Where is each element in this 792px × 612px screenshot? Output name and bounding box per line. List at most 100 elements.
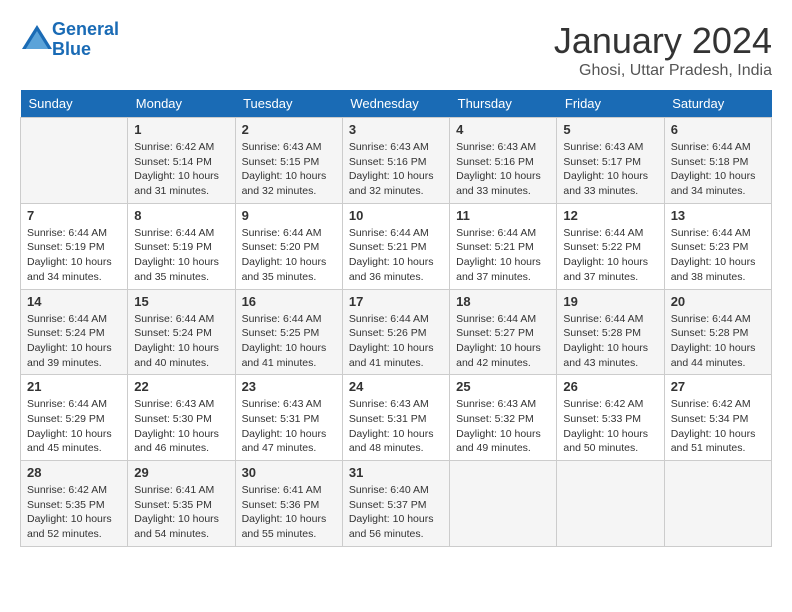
- day-number: 13: [671, 208, 765, 223]
- calendar-cell: 20Sunrise: 6:44 AM Sunset: 5:28 PM Dayli…: [664, 289, 771, 375]
- day-info: Sunrise: 6:43 AM Sunset: 5:16 PM Dayligh…: [349, 140, 443, 199]
- day-number: 16: [242, 294, 336, 309]
- weekday-header-tuesday: Tuesday: [235, 90, 342, 118]
- day-info: Sunrise: 6:44 AM Sunset: 5:18 PM Dayligh…: [671, 140, 765, 199]
- week-row-1: 1 Sunrise: 6:42 AM Sunset: 5:14 PM Daylig…: [21, 118, 772, 204]
- calendar-cell: [450, 461, 557, 547]
- day-number: 19: [563, 294, 657, 309]
- day-info: Sunrise: 6:44 AM Sunset: 5:22 PM Dayligh…: [563, 226, 657, 285]
- day-number: 3: [349, 122, 443, 137]
- day-number: 9: [242, 208, 336, 223]
- day-info: Sunrise: 6:41 AM Sunset: 5:35 PM Dayligh…: [134, 483, 228, 542]
- day-number: 23: [242, 379, 336, 394]
- calendar-cell: 24 Sunrise: 6:43 AM Sunset: 5:31 PM Dayli…: [342, 375, 449, 461]
- calendar-cell: 11 Sunrise: 6:44 AM Sunset: 5:21 PM Dayli…: [450, 203, 557, 289]
- calendar-cell: 2 Sunrise: 6:43 AM Sunset: 5:15 PM Daylig…: [235, 118, 342, 204]
- location: Ghosi, Uttar Pradesh, India: [554, 62, 772, 80]
- day-info: Sunrise: 6:44 AM Sunset: 5:20 PM Dayligh…: [242, 226, 336, 285]
- calendar-cell: 28Sunrise: 6:42 AM Sunset: 5:35 PM Dayli…: [21, 461, 128, 547]
- day-info: Sunrise: 6:44 AM Sunset: 5:21 PM Dayligh…: [456, 226, 550, 285]
- weekday-header-sunday: Sunday: [21, 90, 128, 118]
- day-info: Sunrise: 6:43 AM Sunset: 5:30 PM Dayligh…: [134, 397, 228, 456]
- day-number: 6: [671, 122, 765, 137]
- week-row-5: 28Sunrise: 6:42 AM Sunset: 5:35 PM Dayli…: [21, 461, 772, 547]
- weekday-header-row: SundayMondayTuesdayWednesdayThursdayFrid…: [21, 90, 772, 118]
- calendar-cell: 4 Sunrise: 6:43 AM Sunset: 5:16 PM Daylig…: [450, 118, 557, 204]
- day-info: Sunrise: 6:42 AM Sunset: 5:14 PM Dayligh…: [134, 140, 228, 199]
- day-number: 24: [349, 379, 443, 394]
- page-header: General Blue January 2024 Ghosi, Uttar P…: [20, 20, 772, 80]
- day-info: Sunrise: 6:44 AM Sunset: 5:19 PM Dayligh…: [134, 226, 228, 285]
- day-number: 29: [134, 465, 228, 480]
- day-number: 26: [563, 379, 657, 394]
- weekday-header-thursday: Thursday: [450, 90, 557, 118]
- calendar-table: SundayMondayTuesdayWednesdayThursdayFrid…: [20, 90, 772, 547]
- day-number: 7: [27, 208, 121, 223]
- weekday-header-wednesday: Wednesday: [342, 90, 449, 118]
- calendar-cell: 25Sunrise: 6:43 AM Sunset: 5:32 PM Dayli…: [450, 375, 557, 461]
- calendar-cell: 10Sunrise: 6:44 AM Sunset: 5:21 PM Dayli…: [342, 203, 449, 289]
- day-info: Sunrise: 6:40 AM Sunset: 5:37 PM Dayligh…: [349, 483, 443, 542]
- day-number: 31: [349, 465, 443, 480]
- day-number: 27: [671, 379, 765, 394]
- day-info: Sunrise: 6:44 AM Sunset: 5:27 PM Dayligh…: [456, 312, 550, 371]
- day-number: 15: [134, 294, 228, 309]
- calendar-cell: [557, 461, 664, 547]
- day-info: Sunrise: 6:44 AM Sunset: 5:23 PM Dayligh…: [671, 226, 765, 285]
- month-title: January 2024: [554, 20, 772, 62]
- calendar-cell: 13 Sunrise: 6:44 AM Sunset: 5:23 PM Dayli…: [664, 203, 771, 289]
- day-info: Sunrise: 6:42 AM Sunset: 5:34 PM Dayligh…: [671, 397, 765, 456]
- title-block: January 2024 Ghosi, Uttar Pradesh, India: [554, 20, 772, 80]
- day-info: Sunrise: 6:43 AM Sunset: 5:31 PM Dayligh…: [349, 397, 443, 456]
- week-row-3: 14 Sunrise: 6:44 AM Sunset: 5:24 PM Dayli…: [21, 289, 772, 375]
- day-info: Sunrise: 6:44 AM Sunset: 5:19 PM Dayligh…: [27, 226, 121, 285]
- calendar-cell: 29 Sunrise: 6:41 AM Sunset: 5:35 PM Dayli…: [128, 461, 235, 547]
- calendar-cell: [664, 461, 771, 547]
- calendar-cell: 27 Sunrise: 6:42 AM Sunset: 5:34 PM Dayli…: [664, 375, 771, 461]
- day-info: Sunrise: 6:44 AM Sunset: 5:24 PM Dayligh…: [134, 312, 228, 371]
- calendar-cell: 1 Sunrise: 6:42 AM Sunset: 5:14 PM Daylig…: [128, 118, 235, 204]
- day-number: 10: [349, 208, 443, 223]
- day-number: 4: [456, 122, 550, 137]
- logo-icon: [22, 25, 52, 49]
- calendar-cell: 31 Sunrise: 6:40 AM Sunset: 5:37 PM Dayli…: [342, 461, 449, 547]
- calendar-cell: 8Sunrise: 6:44 AM Sunset: 5:19 PM Daylig…: [128, 203, 235, 289]
- day-info: Sunrise: 6:41 AM Sunset: 5:36 PM Dayligh…: [242, 483, 336, 542]
- calendar-cell: 3 Sunrise: 6:43 AM Sunset: 5:16 PM Daylig…: [342, 118, 449, 204]
- calendar-cell: 9 Sunrise: 6:44 AM Sunset: 5:20 PM Daylig…: [235, 203, 342, 289]
- calendar-cell: 5 Sunrise: 6:43 AM Sunset: 5:17 PM Daylig…: [557, 118, 664, 204]
- calendar-cell: 17 Sunrise: 6:44 AM Sunset: 5:26 PM Dayli…: [342, 289, 449, 375]
- day-info: Sunrise: 6:43 AM Sunset: 5:17 PM Dayligh…: [563, 140, 657, 199]
- logo-text: General Blue: [52, 20, 119, 60]
- week-row-2: 7 Sunrise: 6:44 AM Sunset: 5:19 PM Daylig…: [21, 203, 772, 289]
- day-info: Sunrise: 6:43 AM Sunset: 5:15 PM Dayligh…: [242, 140, 336, 199]
- day-number: 17: [349, 294, 443, 309]
- day-number: 2: [242, 122, 336, 137]
- calendar-cell: 16 Sunrise: 6:44 AM Sunset: 5:25 PM Dayli…: [235, 289, 342, 375]
- day-info: Sunrise: 6:43 AM Sunset: 5:32 PM Dayligh…: [456, 397, 550, 456]
- day-info: Sunrise: 6:44 AM Sunset: 5:24 PM Dayligh…: [27, 312, 121, 371]
- calendar-cell: 14 Sunrise: 6:44 AM Sunset: 5:24 PM Dayli…: [21, 289, 128, 375]
- calendar-cell: 18Sunrise: 6:44 AM Sunset: 5:27 PM Dayli…: [450, 289, 557, 375]
- day-info: Sunrise: 6:42 AM Sunset: 5:35 PM Dayligh…: [27, 483, 121, 542]
- day-number: 11: [456, 208, 550, 223]
- weekday-header-saturday: Saturday: [664, 90, 771, 118]
- day-info: Sunrise: 6:43 AM Sunset: 5:31 PM Dayligh…: [242, 397, 336, 456]
- day-info: Sunrise: 6:43 AM Sunset: 5:16 PM Dayligh…: [456, 140, 550, 199]
- day-info: Sunrise: 6:44 AM Sunset: 5:26 PM Dayligh…: [349, 312, 443, 371]
- calendar-cell: 22Sunrise: 6:43 AM Sunset: 5:30 PM Dayli…: [128, 375, 235, 461]
- weekday-header-friday: Friday: [557, 90, 664, 118]
- calendar-cell: 12 Sunrise: 6:44 AM Sunset: 5:22 PM Dayli…: [557, 203, 664, 289]
- day-info: Sunrise: 6:42 AM Sunset: 5:33 PM Dayligh…: [563, 397, 657, 456]
- logo: General Blue: [20, 20, 119, 60]
- day-number: 12: [563, 208, 657, 223]
- day-info: Sunrise: 6:44 AM Sunset: 5:25 PM Dayligh…: [242, 312, 336, 371]
- day-number: 5: [563, 122, 657, 137]
- calendar-cell: 21Sunrise: 6:44 AM Sunset: 5:29 PM Dayli…: [21, 375, 128, 461]
- day-number: 14: [27, 294, 121, 309]
- week-row-4: 21Sunrise: 6:44 AM Sunset: 5:29 PM Dayli…: [21, 375, 772, 461]
- day-number: 1: [134, 122, 228, 137]
- calendar-cell: 19Sunrise: 6:44 AM Sunset: 5:28 PM Dayli…: [557, 289, 664, 375]
- calendar-cell: 23 Sunrise: 6:43 AM Sunset: 5:31 PM Dayli…: [235, 375, 342, 461]
- day-number: 21: [27, 379, 121, 394]
